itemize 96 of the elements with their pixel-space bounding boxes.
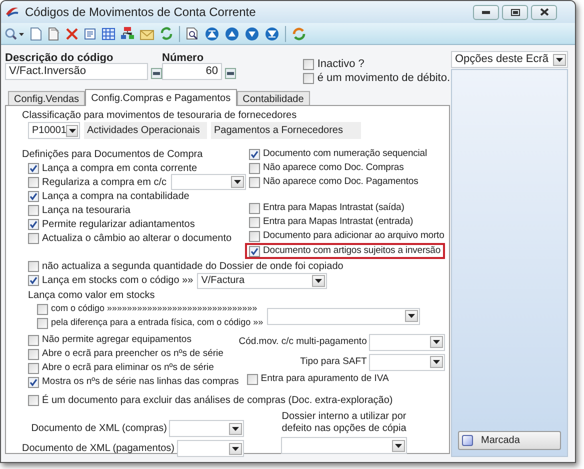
check-icon — [250, 246, 259, 256]
square-icon — [462, 435, 473, 446]
list-icon[interactable] — [84, 28, 96, 40]
minimize-button[interactable] — [473, 4, 499, 20]
caret-icon — [232, 446, 239, 450]
caret-icon — [432, 360, 440, 364]
checkbox[interactable]: Não aparece como Doc. Pagamentos — [249, 175, 418, 189]
caret-icon — [315, 278, 322, 282]
check-icon — [29, 220, 38, 228]
caret-icon — [232, 426, 239, 430]
checkbox[interactable]: Não permite agregar equipamentos — [28, 333, 239, 347]
maximize-icon — [510, 8, 520, 16]
close-button[interactable] — [531, 4, 557, 20]
field-label: Número — [162, 51, 205, 63]
dropdown[interactable]: V/Factura — [197, 272, 328, 288]
checkbox[interactable]: Documento com artigos sujeitos a inversão — [245, 243, 445, 259]
checkbox[interactable]: Lança a compra em conta corrente — [28, 161, 246, 175]
last-record-icon[interactable] — [265, 26, 279, 40]
dropdown[interactable] — [267, 308, 420, 324]
checkbox[interactable]: com o código »»»»»»»»»»»»»»»»»»»»»»»»»»»»»» — [37, 302, 264, 316]
tab[interactable]: Contabilidade — [236, 91, 310, 105]
checkbox[interactable]: É um documento para excluir das análises de compras (Doc. extra-exploração) — [28, 393, 445, 407]
field-label: Documento de XML (pagamentos) — [22, 442, 174, 456]
checkbox[interactable]: Mostra os nºs de série nas linhas das compras — [28, 375, 239, 389]
checkbox[interactable]: não actualiza a segunda quantidade do Dossier de onde foi copiado — [28, 259, 445, 273]
field-label: Tipo para SAFT — [300, 354, 367, 369]
sync-icon[interactable] — [160, 27, 173, 40]
app-logo-icon — [5, 6, 19, 18]
checkbox[interactable]: Actualiza o câmbio ao alterar o documento — [28, 231, 246, 245]
field-label: Dossier interno a utilizar por defeito nas opções de cópia — [280, 411, 408, 436]
dropdown[interactable]: P10001 — [28, 122, 80, 139]
marked-button[interactable]: Marcada — [458, 431, 561, 450]
dropdown[interactable] — [368, 334, 445, 350]
dash-icon — [153, 71, 160, 76]
checkbox[interactable]: Lança na tesouraria — [28, 203, 246, 217]
previous-record-icon[interactable] — [225, 26, 239, 40]
checkbox[interactable]: Abre o ecrã para preencher os nºs de série — [28, 347, 239, 361]
checkbox[interactable]: Permite regularizar adiantamentos — [28, 217, 246, 231]
table-icon[interactable] — [102, 28, 115, 40]
print-preview-icon[interactable] — [186, 27, 199, 40]
first-record-icon[interactable] — [205, 26, 219, 40]
check-icon — [250, 150, 259, 158]
refresh-icon[interactable] — [292, 26, 306, 40]
checkbox[interactable]: Lança a compra na contabilidade — [28, 189, 246, 203]
section-label: Classificação para movimentos de tesouraria de fornecedores — [22, 109, 298, 122]
check-icon — [29, 378, 38, 386]
checkbox[interactable]: Lança em stocks com o código »» — [28, 274, 194, 288]
checkbox[interactable]: Documento com numeração sequencial — [249, 147, 427, 161]
section-label: Definições para Documentos de Compra — [22, 148, 204, 161]
checkbox[interactable]: Entra para Mapas Intrastat (entrada) — [249, 215, 414, 229]
check-icon — [29, 164, 38, 172]
dropdown[interactable] — [368, 354, 445, 370]
lookup-button[interactable] — [151, 68, 162, 79]
checkbox[interactable]: é um movimento de débito. — [303, 71, 450, 85]
caret-icon — [234, 180, 241, 184]
document-icon[interactable] — [30, 26, 42, 40]
checkbox[interactable]: Entra para Mapas Intrastat (saída) — [249, 201, 404, 215]
field-label: Cód.mov. c/c multi-pagamento — [238, 334, 367, 349]
window-title: Códigos de Movimentos de Conta Corrente — [25, 4, 256, 21]
hierarchy-icon[interactable] — [121, 27, 134, 40]
checkbox[interactable]: Inactivo ? — [303, 57, 450, 71]
tab[interactable]: Config.Vendas — [8, 91, 86, 105]
dropdown[interactable] — [169, 420, 244, 437]
dash-icon — [227, 71, 234, 76]
next-record-icon[interactable] — [245, 26, 259, 40]
minimize-icon — [482, 10, 490, 14]
envelope-icon[interactable] — [140, 28, 154, 40]
delete-icon[interactable] — [66, 28, 78, 40]
close-icon — [540, 8, 548, 16]
text-field[interactable]: 60 — [162, 63, 222, 80]
dropdown[interactable] — [281, 437, 407, 454]
check-icon — [29, 276, 38, 285]
copy-document-icon[interactable] — [48, 26, 60, 40]
dropdown[interactable]: Opções deste Ecrã — [451, 51, 568, 68]
caret-icon — [68, 128, 76, 132]
caret-icon — [556, 58, 563, 62]
checkbox[interactable]: Não aparece como Doc. Compras — [249, 161, 404, 175]
lookup-button[interactable] — [225, 68, 236, 79]
caret-icon — [408, 314, 416, 318]
dropdown[interactable] — [176, 440, 244, 457]
check-icon — [29, 192, 38, 200]
dropdown[interactable] — [170, 174, 246, 190]
checkbox[interactable]: Documento para adicionar ao arquivo morto — [249, 229, 444, 243]
checkbox[interactable]: pela diferença para a entrada física, com o código »» — [37, 316, 264, 330]
text-field[interactable]: V/Fact.Inversão — [5, 63, 148, 80]
checkbox[interactable]: Abre o ecrã para eliminar os nºs de série — [28, 361, 239, 375]
maximize-button[interactable] — [502, 4, 528, 20]
checkbox[interactable]: Entra para apuramento de IVA — [246, 372, 389, 386]
tab[interactable]: Config.Compras e Pagamentos — [85, 89, 237, 106]
field-label: Documento de XML (compras) — [31, 422, 167, 436]
caret-icon — [432, 340, 440, 344]
field-label: Descrição do código — [5, 51, 114, 63]
search-icon[interactable] — [4, 26, 24, 40]
section-label: Lança como valor em stocks — [28, 289, 156, 302]
caret-icon — [395, 444, 402, 448]
checkbox[interactable]: Regulariza a compra em c/c — [28, 175, 166, 189]
